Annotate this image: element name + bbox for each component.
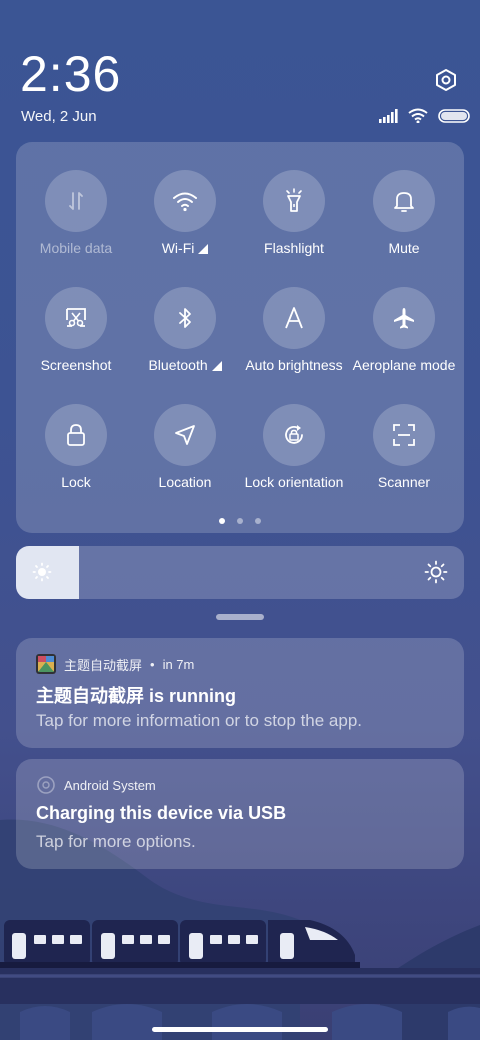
brightness-high-icon <box>424 560 448 584</box>
tile-flashlight[interactable]: Flashlight <box>239 170 349 256</box>
tile-label: Auto brightness <box>245 357 343 373</box>
wifi-icon <box>408 108 428 123</box>
tile-label: Lock <box>61 474 91 490</box>
notification-time: in 7m <box>162 656 195 672</box>
tile-scanner[interactable]: Scanner <box>349 404 459 490</box>
flashlight-icon <box>286 188 302 212</box>
tile-label: Location <box>158 474 212 490</box>
tile-label: Mute <box>388 240 420 256</box>
signal-icon <box>379 108 398 123</box>
tile-button[interactable] <box>45 287 107 349</box>
auto-brightness-icon <box>285 307 303 329</box>
bell-icon <box>394 192 414 212</box>
tile-label: Flashlight <box>264 240 324 256</box>
brightness-slider[interactable] <box>16 546 464 599</box>
tile-button[interactable] <box>45 404 107 466</box>
location-icon <box>175 425 195 445</box>
tile-button[interactable] <box>373 170 435 232</box>
notification-header: 主题自动截屏 • in 7m <box>36 654 194 674</box>
tile-button[interactable] <box>154 404 216 466</box>
page-dot[interactable] <box>237 518 243 524</box>
tile-wifi[interactable]: Wi-Fi <box>130 170 240 256</box>
tile-button[interactable] <box>45 170 107 232</box>
notification-title: Charging this device via USB <box>36 803 287 823</box>
tile-mobile-data[interactable]: Mobile data <box>21 170 131 256</box>
tile-bluetooth[interactable]: Bluetooth <box>130 287 240 373</box>
expand-arrow-icon[interactable] <box>198 244 209 255</box>
tile-button[interactable] <box>263 287 325 349</box>
battery-icon <box>438 108 470 123</box>
page-dot[interactable] <box>219 518 225 524</box>
tile-mute[interactable]: Mute <box>349 170 459 256</box>
separator-dot: • <box>150 656 155 672</box>
tile-label: Lock orientation <box>244 474 344 490</box>
settings-button[interactable] <box>432 66 460 94</box>
notification-text: Tap for more options. <box>36 832 196 851</box>
notification-text: Tap for more information or to stop the … <box>36 711 363 730</box>
tile-screenshot[interactable]: Screenshot <box>21 287 131 373</box>
tile-label: Wi-Fi <box>161 240 195 256</box>
app-icon <box>36 654 56 674</box>
drag-handle[interactable] <box>216 614 264 620</box>
scanner-icon <box>393 424 415 446</box>
tile-button[interactable] <box>154 170 216 232</box>
tile-aeroplane-mode[interactable]: Aeroplane mode <box>349 287 459 373</box>
clock-date: Wed, 2 Jun <box>21 108 97 125</box>
mobile-data-icon <box>69 192 83 210</box>
screenshot-icon <box>66 308 86 327</box>
android-system-icon <box>37 776 55 794</box>
tile-label: Bluetooth <box>148 357 208 373</box>
airplane-icon <box>394 308 414 329</box>
lock-icon <box>67 424 85 446</box>
tile-location[interactable]: Location <box>130 404 240 490</box>
brightness-low-icon <box>32 562 52 582</box>
lock-orientation-icon <box>285 425 303 444</box>
tile-label: Aeroplane mode <box>352 357 456 373</box>
notification-usb-charging[interactable]: Android System Charging this device via … <box>16 759 464 869</box>
notification-app-running[interactable]: 主题自动截屏 • in 7m 主题自动截屏 is running Tap for… <box>16 638 464 748</box>
page-dot[interactable] <box>255 518 261 524</box>
quick-settings-panel: Mobile data Wi-Fi Flashlight Mute Screen… <box>16 142 464 533</box>
tile-label: Scanner <box>377 474 431 490</box>
notification-header: Android System <box>36 775 156 795</box>
clock-time: 2:36 <box>20 46 122 102</box>
tile-button[interactable] <box>263 404 325 466</box>
tile-label: Mobile data <box>39 240 113 256</box>
notification-title: 主题自动截屏 is running <box>36 686 236 706</box>
status-icons <box>378 108 470 123</box>
tile-lock-orientation[interactable]: Lock orientation <box>239 404 349 490</box>
tile-button[interactable] <box>154 287 216 349</box>
tile-button[interactable] <box>373 404 435 466</box>
wifi-icon <box>173 192 197 212</box>
home-gesture-bar[interactable] <box>152 1027 328 1032</box>
tile-button[interactable] <box>263 170 325 232</box>
notification-app-name: Android System <box>64 777 156 793</box>
tile-lock[interactable]: Lock <box>21 404 131 490</box>
tile-button[interactable] <box>373 287 435 349</box>
bluetooth-icon <box>179 308 191 328</box>
expand-arrow-icon[interactable] <box>211 361 222 372</box>
tile-label: Screenshot <box>40 357 112 373</box>
notification-app-name: 主题自动截屏 <box>64 657 143 673</box>
tile-auto-brightness[interactable]: Auto brightness <box>239 287 349 373</box>
gear-icon <box>436 69 456 91</box>
page-indicator[interactable] <box>16 518 464 524</box>
